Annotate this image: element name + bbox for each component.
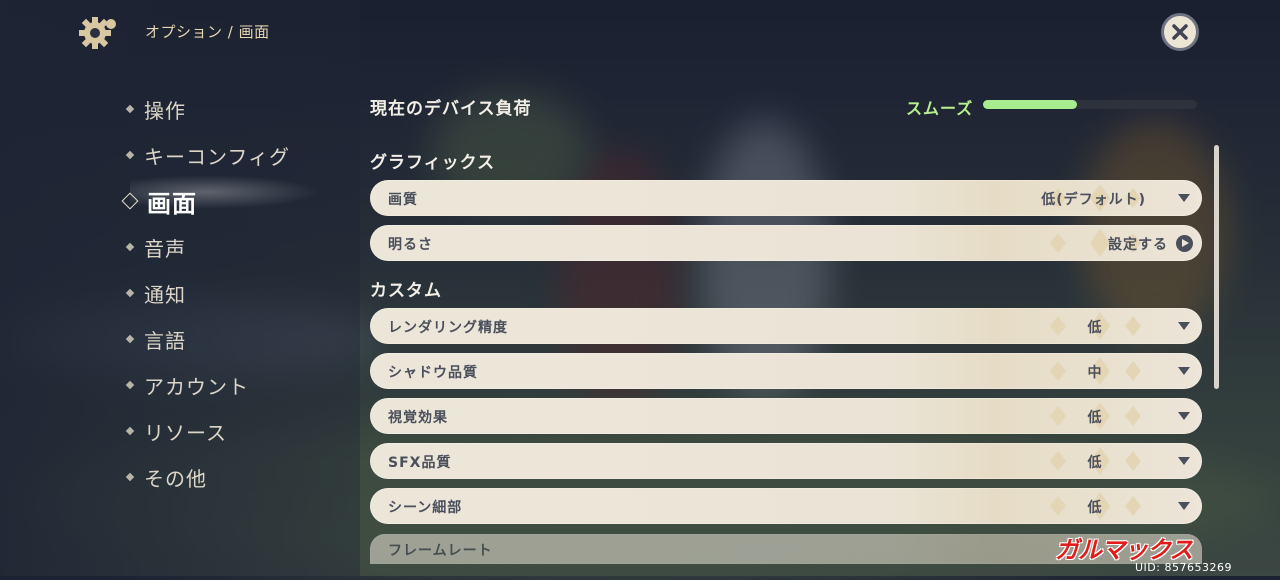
- chevron-down-icon: [1178, 194, 1190, 202]
- row-label: 画質: [388, 192, 418, 208]
- sidebar-item-label: 操作: [144, 98, 186, 123]
- bullet-icon: [125, 288, 135, 298]
- sidebar-item-label: キーコンフィグ: [144, 144, 290, 169]
- graphics-section-title: グラフィックス: [370, 153, 496, 173]
- row-label: フレームレート: [388, 543, 493, 559]
- sidebar-item-notifications[interactable]: 通知: [120, 270, 290, 316]
- chevron-down-icon: [1178, 457, 1190, 465]
- sidebar-item-label: 画面: [147, 189, 197, 218]
- row-label: シャドウ品質: [388, 365, 478, 381]
- breadcrumb: オプション / 画面: [145, 23, 270, 41]
- star-ornament-icon: [1050, 357, 1141, 385]
- row-value: 低: [1087, 455, 1103, 471]
- row-value: 低: [1087, 320, 1103, 336]
- row-label: レンダリング精度: [388, 320, 508, 336]
- shadow-quality-dropdown[interactable]: シャドウ品質 中: [370, 353, 1202, 389]
- star-ornament-icon: [1050, 492, 1141, 520]
- brightness-setting-button[interactable]: 明るさ 設定する: [370, 225, 1202, 261]
- visual-effects-dropdown[interactable]: 視覚効果 低: [370, 398, 1202, 434]
- device-load-status: スムーズ: [906, 99, 974, 118]
- row-value: 中: [1087, 365, 1103, 381]
- gear-icon: [78, 13, 118, 53]
- close-button[interactable]: [1161, 13, 1199, 51]
- chevron-down-icon: [1178, 367, 1190, 375]
- device-load-bar: [983, 100, 1197, 109]
- bullet-icon: [125, 150, 135, 160]
- watermark-logo: ガルマックス: [1055, 536, 1193, 564]
- sidebar-item-display[interactable]: 画面: [120, 178, 290, 224]
- sidebar-item-account[interactable]: アカウント: [120, 362, 290, 408]
- bullet-icon: [125, 334, 135, 344]
- bullet-icon: [125, 426, 135, 436]
- render-resolution-dropdown[interactable]: レンダリング精度 低: [370, 308, 1202, 344]
- chevron-down-icon: [1178, 322, 1190, 330]
- sidebar-item-other[interactable]: その他: [120, 454, 290, 500]
- star-ornament-icon: [1050, 402, 1141, 430]
- row-value: 低(デフォルト): [1041, 192, 1146, 208]
- device-load-title: 現在のデバイス負荷: [370, 99, 532, 119]
- bullet-icon: [125, 242, 135, 252]
- star-ornament-icon: [1050, 447, 1141, 475]
- row-label: SFX品質: [388, 455, 452, 471]
- bullet-icon: [125, 380, 135, 390]
- sidebar-item-controls[interactable]: 操作: [120, 86, 290, 132]
- sidebar-item-label: 音声: [144, 236, 186, 261]
- row-label: シーン細部: [388, 500, 463, 516]
- uid-label: UID: 857653269: [1135, 561, 1232, 574]
- sidebar-item-label: 言語: [144, 328, 186, 353]
- sidebar-item-label: その他: [144, 466, 207, 491]
- play-icon: [1176, 235, 1193, 252]
- sidebar-item-label: アカウント: [144, 374, 249, 399]
- row-label: 視覚効果: [388, 410, 448, 426]
- sidebar-item-key-config[interactable]: キーコンフィグ: [120, 132, 290, 178]
- sidebar-nav: 操作 キーコンフィグ 画面 音声 通知 言語 アカウント リソース その他: [120, 86, 290, 500]
- settings-scrollbar[interactable]: [1214, 145, 1219, 389]
- selected-bullet-icon: [121, 192, 139, 210]
- close-icon: [1172, 24, 1188, 40]
- scene-detail-dropdown[interactable]: シーン細部 低: [370, 488, 1202, 524]
- device-load-fill: [983, 100, 1078, 109]
- bullet-icon: [125, 472, 135, 482]
- sidebar-item-audio[interactable]: 音声: [120, 224, 290, 270]
- sidebar-item-language[interactable]: 言語: [120, 316, 290, 362]
- sidebar-item-label: 通知: [144, 282, 186, 307]
- custom-section-title: カスタム: [370, 281, 442, 301]
- row-label: 明るさ: [388, 237, 433, 253]
- row-value: 低: [1087, 500, 1103, 516]
- graphics-quality-dropdown[interactable]: 画質 低(デフォルト): [370, 180, 1202, 216]
- row-value: 設定する: [1108, 237, 1168, 253]
- chevron-down-icon: [1178, 412, 1190, 420]
- bullet-icon: [125, 104, 135, 114]
- sidebar-item-resources[interactable]: リソース: [120, 408, 290, 454]
- sidebar-item-label: リソース: [144, 420, 227, 445]
- sfx-quality-dropdown[interactable]: SFX品質 低: [370, 443, 1202, 479]
- row-value: 低: [1087, 410, 1103, 426]
- star-ornament-icon: [1050, 312, 1141, 340]
- chevron-down-icon: [1178, 502, 1190, 510]
